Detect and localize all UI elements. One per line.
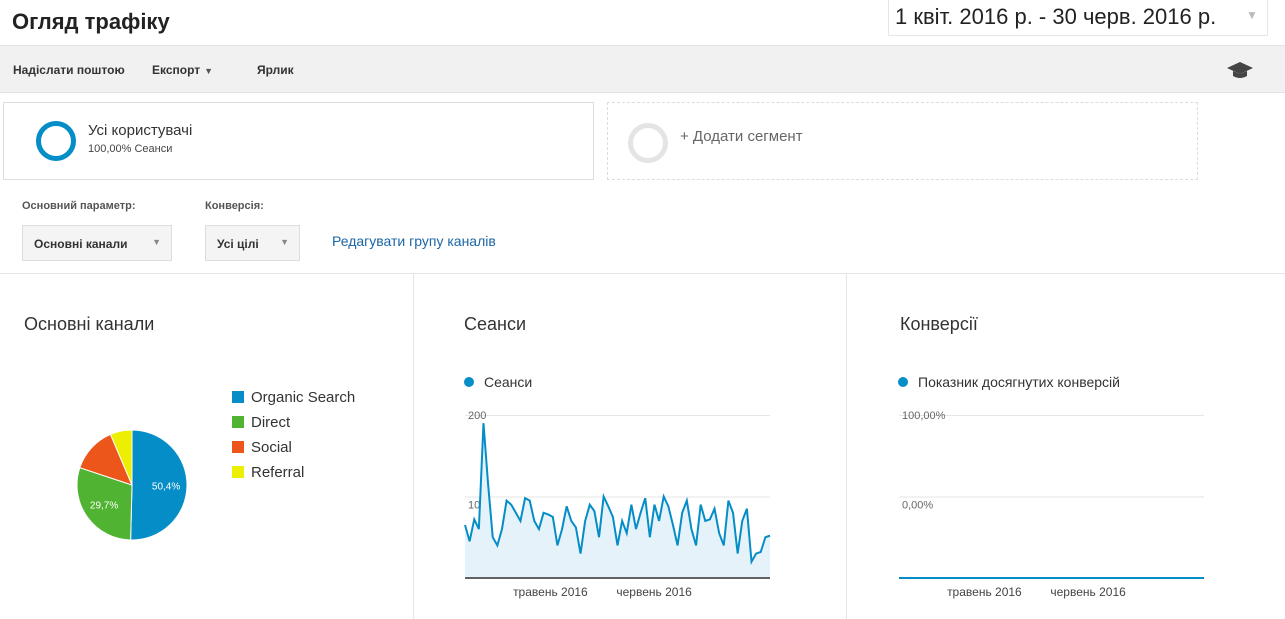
conversions-series-label: Показник досягнутих конверсій bbox=[898, 374, 1120, 390]
conversion-select[interactable]: Усі цілі ▼ bbox=[205, 225, 300, 261]
channels-pie-chart: 50,4% 29,7% bbox=[76, 429, 188, 541]
chevron-down-icon: ▼ bbox=[280, 237, 289, 247]
divider bbox=[846, 274, 847, 619]
add-segment-button[interactable]: + Додати сегмент bbox=[607, 102, 1198, 180]
series-dot bbox=[898, 377, 908, 387]
conversions-chart: 100,00% 0,00% травень 2016 червень 2016 bbox=[899, 410, 1204, 599]
add-segment-label: + Додати сегмент bbox=[680, 128, 803, 145]
legend-direct: Direct bbox=[232, 414, 290, 431]
primary-dimension-select[interactable]: Основні канали ▼ bbox=[22, 225, 172, 261]
x-tick-label: червень 2016 bbox=[616, 585, 692, 599]
chevron-down-icon: ▼ bbox=[1246, 8, 1258, 22]
email-button[interactable]: Надіслати поштою bbox=[13, 63, 125, 77]
toolbar: Надіслати поштою Експорт ▼ Ярлик bbox=[0, 45, 1285, 93]
y-tick-label: 200 bbox=[468, 410, 486, 422]
export-button[interactable]: Експорт ▼ bbox=[152, 63, 213, 77]
pie-slice-label: 50,4% bbox=[152, 481, 180, 492]
x-tick-label: травень 2016 bbox=[947, 585, 1022, 599]
conversions-card-title: Конверсії bbox=[900, 314, 978, 334]
primary-dimension-label: Основний параметр: bbox=[22, 200, 136, 212]
sessions-card-title: Сеанси bbox=[464, 314, 527, 334]
segment-all-users[interactable]: Усі користувачі 100,00% Сеанси bbox=[3, 102, 594, 180]
primary-dimension-value: Основні канали bbox=[34, 237, 128, 251]
segment-ring-icon bbox=[36, 121, 76, 161]
series-dot bbox=[464, 377, 474, 387]
x-tick-label: травень 2016 bbox=[513, 585, 588, 599]
divider bbox=[413, 274, 414, 619]
legend-swatch bbox=[232, 441, 244, 453]
empty-segment-ring-icon bbox=[628, 123, 668, 163]
x-tick-label: червень 2016 bbox=[1050, 585, 1126, 599]
divider bbox=[0, 273, 1285, 274]
graduation-cap-icon[interactable] bbox=[1226, 60, 1254, 80]
legend-social: Social bbox=[232, 439, 292, 456]
shortcut-button[interactable]: Ярлик bbox=[257, 63, 294, 77]
date-range-picker[interactable]: 1 квіт. 2016 р. - 30 черв. 2016 р. ▼ bbox=[888, 0, 1268, 36]
conversion-label: Конверсія: bbox=[205, 200, 264, 212]
series-area bbox=[465, 423, 770, 578]
edit-channel-group-link[interactable]: Редагувати групу каналів bbox=[332, 233, 496, 249]
legend-referral: Referral bbox=[232, 464, 304, 481]
y-tick-label: 100,00% bbox=[902, 410, 946, 422]
segment-name: Усі користувачі bbox=[88, 122, 193, 139]
legend-swatch bbox=[232, 416, 244, 428]
header: Огляд трафіку 1 квіт. 2016 р. - 30 черв.… bbox=[0, 0, 1285, 45]
pie-slice-label: 29,7% bbox=[90, 501, 118, 512]
channels-card-title: Основні канали bbox=[24, 314, 155, 334]
sessions-series-label: Сеанси bbox=[464, 374, 532, 390]
conversion-value: Усі цілі bbox=[217, 237, 259, 251]
page-title: Огляд трафіку bbox=[12, 9, 170, 34]
sessions-chart: 200100травень 2016 червень 2016 bbox=[464, 410, 771, 599]
segment-sub: 100,00% Сеанси bbox=[88, 143, 173, 155]
chevron-down-icon: ▼ bbox=[204, 66, 214, 76]
legend-swatch bbox=[232, 391, 244, 403]
legend-organic: Organic Search bbox=[232, 389, 355, 406]
chevron-down-icon: ▼ bbox=[152, 237, 161, 247]
legend-swatch bbox=[232, 466, 244, 478]
y-tick-label: 0,00% bbox=[902, 500, 933, 512]
date-range-text: 1 квіт. 2016 р. - 30 черв. 2016 р. bbox=[895, 4, 1217, 29]
